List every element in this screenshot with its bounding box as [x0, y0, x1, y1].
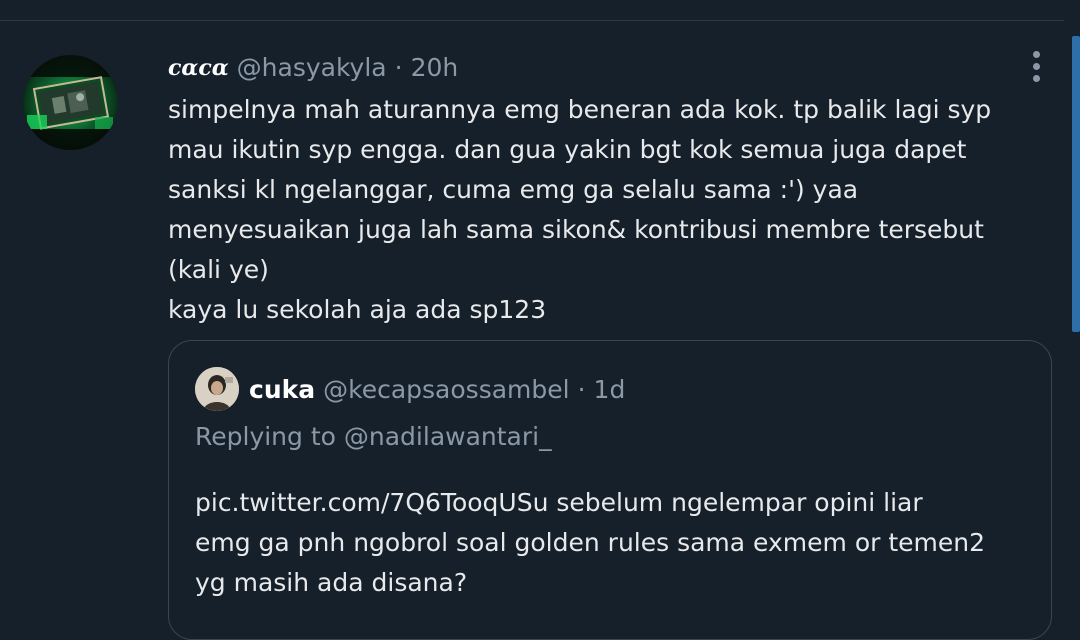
header-separator: · — [394, 53, 403, 82]
more-dot — [1032, 50, 1040, 58]
more-dot — [1032, 74, 1040, 82]
more-vertical-icon[interactable] — [1022, 48, 1050, 84]
quoted-user-handle[interactable]: @kecapsaossambel — [323, 375, 569, 404]
tweet-text-line: simpelnya mah aturannya emg beneran ada … — [168, 95, 992, 124]
quoted-tweet-text: pic.twitter.com/7Q6TooqUSu sebelum ngele… — [195, 483, 1045, 603]
tweet-header: cɑcɑ @hasyakyla · 20h — [168, 52, 458, 84]
tweet-text-line: menyesuaikan juga lah sama sikon& kontri… — [168, 215, 984, 244]
avatar[interactable] — [23, 55, 118, 150]
tweet-text-line: mau ikutin syp engga. dan gua yakin bgt … — [168, 135, 967, 164]
quoted-tweet-card[interactable]: cuka @kecapsaossambel · 1d Replying to @… — [168, 340, 1052, 640]
quoted-text-line: emg ga pnh ngobrol soal golden rules sam… — [195, 528, 986, 557]
top-divider — [0, 20, 1064, 21]
scrollbar-thumb[interactable] — [1072, 36, 1080, 332]
quoted-timestamp[interactable]: 1d — [594, 375, 626, 404]
quoted-avatar[interactable] — [195, 367, 239, 411]
tweet-text-line: sanksi kl ngelanggar, cuma emg ga selalu… — [168, 175, 859, 204]
tweet-timestamp[interactable]: 20h — [411, 52, 459, 84]
quoted-text-line: yg masih ada disana? — [195, 568, 468, 597]
quoted-tweet-header: cuka @kecapsaossambel · 1d — [249, 371, 625, 407]
replying-to-handle[interactable]: @nadilawantari_ — [344, 422, 552, 451]
quoted-text-line: pic.twitter.com/7Q6TooqUSu sebelum ngele… — [195, 488, 923, 517]
quoted-avatar-image — [195, 367, 239, 411]
quoted-header-separator: · — [577, 374, 586, 404]
tweet-text-line: (kali ye) — [168, 255, 269, 284]
tweet-text-line: kaya lu sekolah aja ada sp123 — [168, 295, 547, 324]
display-name[interactable]: cɑcɑ — [168, 52, 229, 84]
replying-to: Replying to @nadilawantari_ — [195, 419, 552, 455]
replying-to-prefix: Replying to — [195, 422, 344, 451]
quoted-display-name[interactable]: cuka — [249, 375, 315, 404]
user-handle[interactable]: @hasyakyla — [237, 52, 387, 84]
more-dot — [1032, 62, 1040, 70]
tweet-text: simpelnya mah aturannya emg beneran ada … — [168, 90, 1048, 330]
avatar-image — [23, 55, 118, 150]
